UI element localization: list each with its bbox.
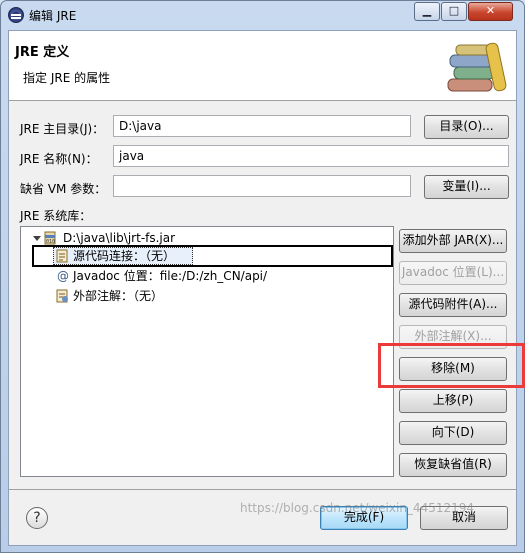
move-up-button[interactable]: 上移(P)	[399, 389, 507, 413]
maximize-button[interactable]: □	[441, 2, 467, 21]
library-tree[interactable]: 010 D:\java\lib\jrt-fs.jar 源代码连接：（无） @ J…	[20, 226, 394, 477]
tree-root-label: D:\java\lib\jrt-fs.jar	[63, 231, 176, 245]
minimize-button[interactable]: ▁	[414, 2, 440, 21]
vm-args-input[interactable]	[113, 175, 411, 197]
dialog-body: JRE 定义 指定 JRE 的属性 JRE 主目录(J)： D:\java 目录…	[8, 30, 525, 546]
restore-defaults-button[interactable]: 恢复缺省值(R)	[399, 453, 507, 477]
svg-text:010: 010	[46, 239, 55, 245]
directory-button[interactable]: 目录(O)...	[424, 115, 509, 139]
window-title: 编辑 JRE	[29, 9, 77, 23]
system-libraries-label: JRE 系统库：	[20, 209, 92, 223]
books-icon	[447, 42, 507, 92]
dialog-window: 编辑 JRE ▁ □ ✕ JRE 定义 指定 JRE 的属性 JRE 主目录(J…	[0, 0, 525, 553]
help-icon[interactable]: ?	[26, 507, 48, 529]
page-description: 指定 JRE 的属性	[23, 71, 111, 85]
watermark-text: https://blog.csdn.net/weixin_44512194	[240, 501, 475, 515]
tree-item-label: Javadoc 位置：file:/D:/zh_CN/api/	[73, 269, 268, 283]
vm-args-label: 缺省 VM 参数：	[20, 182, 107, 196]
jre-home-input[interactable]: D:\java	[113, 115, 411, 137]
move-down-button[interactable]: 向下(D)	[399, 421, 507, 445]
annotation-icon	[56, 289, 68, 303]
jar-icon: 010	[44, 231, 56, 245]
javadoc-location-button[interactable]: Javadoc 位置(L)...	[399, 261, 507, 285]
close-button[interactable]: ✕	[468, 2, 513, 21]
jre-home-label: JRE 主目录(J)：	[20, 122, 105, 136]
expand-arrow-icon[interactable]	[33, 236, 41, 241]
jre-name-label: JRE 名称(N)：	[20, 152, 98, 166]
header-banner: JRE 定义 指定 JRE 的属性	[9, 31, 516, 101]
javadoc-at-icon: @	[57, 269, 69, 283]
title-bar[interactable]: 编辑 JRE ▁ □ ✕	[1, 1, 524, 29]
tree-item-label: 源代码连接：（无）	[73, 249, 176, 263]
jre-name-input[interactable]: java	[113, 145, 509, 167]
variables-button[interactable]: 变量(I)...	[424, 175, 509, 199]
source-attachment-button[interactable]: 源代码附件(A)...	[399, 293, 507, 317]
tree-item-label: 外部注解：（无）	[73, 289, 164, 303]
remove-button[interactable]: 移除(M)	[399, 357, 507, 381]
eclipse-icon	[8, 7, 24, 23]
footer-separator	[9, 489, 516, 490]
add-external-jar-button[interactable]: 添加外部 JAR(X)...	[399, 229, 507, 253]
source-attachment-icon	[56, 249, 68, 263]
external-annotations-button[interactable]: 外部注解(X)...	[399, 325, 507, 349]
page-title: JRE 定义	[15, 45, 70, 60]
